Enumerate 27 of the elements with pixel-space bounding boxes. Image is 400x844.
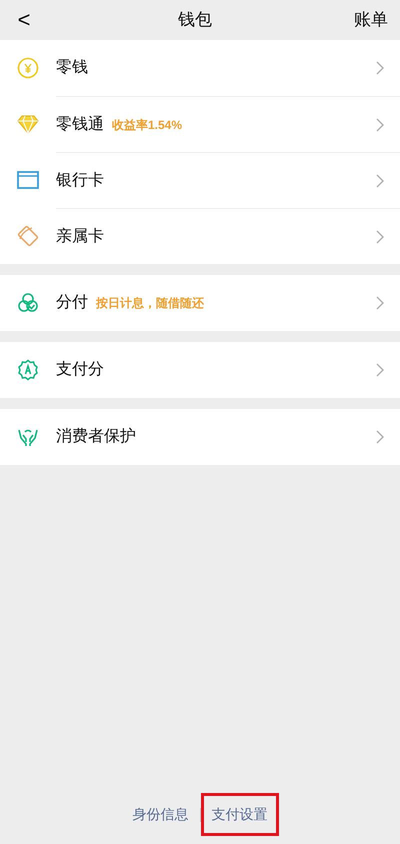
card-icon: [17, 225, 39, 247]
page-title: 钱包: [177, 9, 213, 32]
menu-note: 按日计息，随借随还: [96, 295, 204, 312]
badge-icon: [17, 359, 39, 381]
chevron-icon: [376, 118, 384, 132]
menu-label[interactable]: 零钱通: [56, 112, 104, 136]
menu-label[interactable]: 消费者保护: [56, 425, 136, 449]
menu-label[interactable]: 分付: [56, 291, 88, 315]
diamond-icon: [17, 114, 39, 134]
menu-label[interactable]: 亲属卡: [56, 224, 104, 248]
chevron-icon: [376, 174, 384, 188]
chevron-icon: [376, 430, 384, 444]
menu-label[interactable]: 支付分: [56, 358, 104, 382]
menu-label[interactable]: 零钱: [56, 56, 88, 80]
coin-icon: [17, 57, 39, 79]
circles-icon: [17, 292, 39, 314]
footer-link[interactable]: 支付设置: [200, 793, 278, 836]
bill-link[interactable]: 账单: [354, 7, 388, 33]
chevron-icon: [376, 296, 384, 310]
menu-note: 收益率1.54%: [112, 116, 182, 134]
chevron-icon: [376, 61, 384, 75]
footer-link[interactable]: 身份信息: [122, 793, 200, 836]
menu-label[interactable]: 银行卡: [56, 168, 104, 192]
chevron-icon: [376, 230, 384, 244]
bank-card-icon: [17, 171, 39, 189]
chevron-icon: [376, 363, 384, 377]
back-button[interactable]: <: [12, 9, 36, 31]
